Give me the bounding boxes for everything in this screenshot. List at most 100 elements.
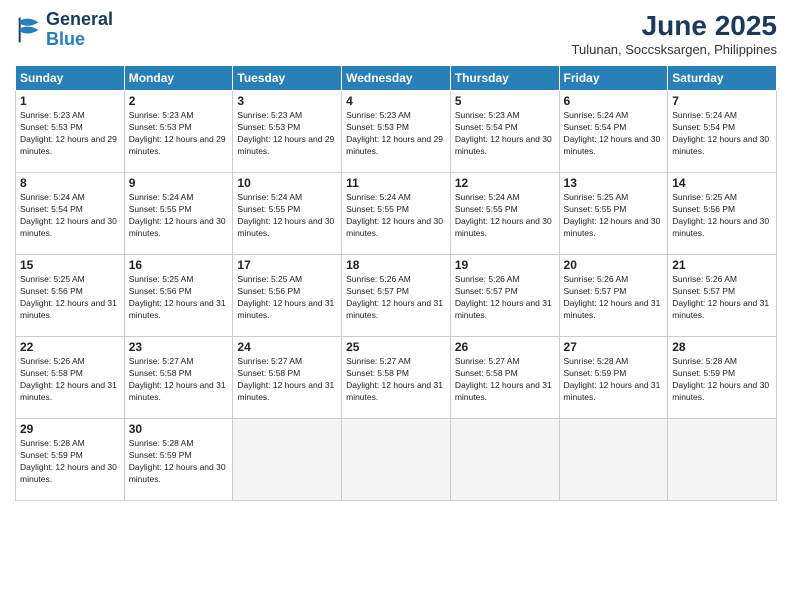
daylight-label: Daylight: 12 hours and 30 minutes. — [129, 462, 226, 484]
calendar-day-cell: 5 Sunrise: 5:23 AM Sunset: 5:54 PM Dayli… — [450, 91, 559, 173]
calendar-day-cell: 19 Sunrise: 5:26 AM Sunset: 5:57 PM Dayl… — [450, 255, 559, 337]
calendar-day-cell: 16 Sunrise: 5:25 AM Sunset: 5:56 PM Dayl… — [124, 255, 233, 337]
daylight-label: Daylight: 12 hours and 31 minutes. — [20, 380, 117, 402]
sunrise-label: Sunrise: 5:25 AM — [237, 274, 302, 284]
sunrise-label: Sunrise: 5:25 AM — [20, 274, 85, 284]
day-number: 20 — [564, 258, 664, 272]
calendar-day-cell: 14 Sunrise: 5:25 AM Sunset: 5:56 PM Dayl… — [668, 173, 777, 255]
calendar-day-cell: 25 Sunrise: 5:27 AM Sunset: 5:58 PM Dayl… — [342, 337, 451, 419]
day-info: Sunrise: 5:26 AM Sunset: 5:57 PM Dayligh… — [455, 274, 555, 322]
daylight-label: Daylight: 12 hours and 31 minutes. — [564, 298, 661, 320]
sunrise-label: Sunrise: 5:24 AM — [455, 192, 520, 202]
sunset-label: Sunset: 5:57 PM — [564, 286, 627, 296]
sunset-label: Sunset: 5:55 PM — [455, 204, 518, 214]
day-number: 6 — [564, 94, 664, 108]
daylight-label: Daylight: 12 hours and 30 minutes. — [672, 134, 769, 156]
calendar-day-cell: 1 Sunrise: 5:23 AM Sunset: 5:53 PM Dayli… — [16, 91, 125, 173]
day-number: 10 — [237, 176, 337, 190]
sunset-label: Sunset: 5:59 PM — [20, 450, 83, 460]
day-number: 8 — [20, 176, 120, 190]
daylight-label: Daylight: 12 hours and 30 minutes. — [672, 216, 769, 238]
sunset-label: Sunset: 5:58 PM — [346, 368, 409, 378]
calendar-day-cell — [668, 419, 777, 501]
sunset-label: Sunset: 5:53 PM — [346, 122, 409, 132]
calendar-day-cell: 28 Sunrise: 5:28 AM Sunset: 5:59 PM Dayl… — [668, 337, 777, 419]
day-info: Sunrise: 5:27 AM Sunset: 5:58 PM Dayligh… — [129, 356, 229, 404]
day-number: 17 — [237, 258, 337, 272]
sunset-label: Sunset: 5:54 PM — [455, 122, 518, 132]
day-info: Sunrise: 5:23 AM Sunset: 5:53 PM Dayligh… — [237, 110, 337, 158]
day-number: 7 — [672, 94, 772, 108]
sunset-label: Sunset: 5:58 PM — [455, 368, 518, 378]
calendar-day-cell: 10 Sunrise: 5:24 AM Sunset: 5:55 PM Dayl… — [233, 173, 342, 255]
day-number: 21 — [672, 258, 772, 272]
day-info: Sunrise: 5:23 AM Sunset: 5:53 PM Dayligh… — [129, 110, 229, 158]
sunset-label: Sunset: 5:59 PM — [129, 450, 192, 460]
day-info: Sunrise: 5:24 AM Sunset: 5:55 PM Dayligh… — [129, 192, 229, 240]
sunrise-label: Sunrise: 5:23 AM — [20, 110, 85, 120]
day-number: 13 — [564, 176, 664, 190]
day-info: Sunrise: 5:24 AM Sunset: 5:55 PM Dayligh… — [237, 192, 337, 240]
sunset-label: Sunset: 5:54 PM — [20, 204, 83, 214]
sunrise-label: Sunrise: 5:26 AM — [346, 274, 411, 284]
day-info: Sunrise: 5:23 AM Sunset: 5:53 PM Dayligh… — [20, 110, 120, 158]
day-number: 22 — [20, 340, 120, 354]
day-info: Sunrise: 5:25 AM Sunset: 5:55 PM Dayligh… — [564, 192, 664, 240]
daylight-label: Daylight: 12 hours and 30 minutes. — [20, 462, 117, 484]
day-number: 19 — [455, 258, 555, 272]
weekday-header: Sunday — [16, 66, 125, 91]
sunset-label: Sunset: 5:57 PM — [672, 286, 735, 296]
page: General Blue June 2025 Tulunan, Soccsksa… — [0, 0, 792, 612]
calendar-title: June 2025 — [572, 10, 777, 42]
sunset-label: Sunset: 5:57 PM — [346, 286, 409, 296]
daylight-label: Daylight: 12 hours and 30 minutes. — [455, 216, 552, 238]
day-number: 18 — [346, 258, 446, 272]
title-block: June 2025 Tulunan, Soccsksargen, Philipp… — [572, 10, 777, 57]
calendar-day-cell: 3 Sunrise: 5:23 AM Sunset: 5:53 PM Dayli… — [233, 91, 342, 173]
sunrise-label: Sunrise: 5:25 AM — [129, 274, 194, 284]
day-info: Sunrise: 5:28 AM Sunset: 5:59 PM Dayligh… — [672, 356, 772, 404]
daylight-label: Daylight: 12 hours and 31 minutes. — [346, 298, 443, 320]
daylight-label: Daylight: 12 hours and 30 minutes. — [237, 216, 334, 238]
calendar-week-row: 8 Sunrise: 5:24 AM Sunset: 5:54 PM Dayli… — [16, 173, 777, 255]
calendar-day-cell: 2 Sunrise: 5:23 AM Sunset: 5:53 PM Dayli… — [124, 91, 233, 173]
day-info: Sunrise: 5:27 AM Sunset: 5:58 PM Dayligh… — [237, 356, 337, 404]
sunrise-label: Sunrise: 5:26 AM — [455, 274, 520, 284]
sunset-label: Sunset: 5:55 PM — [564, 204, 627, 214]
calendar-week-row: 1 Sunrise: 5:23 AM Sunset: 5:53 PM Dayli… — [16, 91, 777, 173]
calendar-day-cell — [342, 419, 451, 501]
sunrise-label: Sunrise: 5:28 AM — [20, 438, 85, 448]
sunrise-label: Sunrise: 5:25 AM — [672, 192, 737, 202]
calendar-day-cell: 20 Sunrise: 5:26 AM Sunset: 5:57 PM Dayl… — [559, 255, 668, 337]
daylight-label: Daylight: 12 hours and 31 minutes. — [455, 298, 552, 320]
day-info: Sunrise: 5:25 AM Sunset: 5:56 PM Dayligh… — [237, 274, 337, 322]
day-number: 1 — [20, 94, 120, 108]
sunset-label: Sunset: 5:56 PM — [20, 286, 83, 296]
calendar-day-cell: 15 Sunrise: 5:25 AM Sunset: 5:56 PM Dayl… — [16, 255, 125, 337]
logo-text-block: General Blue — [46, 10, 113, 50]
logo-general: General — [46, 10, 113, 30]
calendar-day-cell: 13 Sunrise: 5:25 AM Sunset: 5:55 PM Dayl… — [559, 173, 668, 255]
sunrise-label: Sunrise: 5:23 AM — [237, 110, 302, 120]
day-number: 9 — [129, 176, 229, 190]
daylight-label: Daylight: 12 hours and 31 minutes. — [346, 380, 443, 402]
sunrise-label: Sunrise: 5:23 AM — [455, 110, 520, 120]
day-info: Sunrise: 5:28 AM Sunset: 5:59 PM Dayligh… — [564, 356, 664, 404]
sunset-label: Sunset: 5:55 PM — [129, 204, 192, 214]
calendar-day-cell — [233, 419, 342, 501]
daylight-label: Daylight: 12 hours and 30 minutes. — [20, 216, 117, 238]
daylight-label: Daylight: 12 hours and 31 minutes. — [237, 380, 334, 402]
sunrise-label: Sunrise: 5:25 AM — [564, 192, 629, 202]
calendar-day-cell: 24 Sunrise: 5:27 AM Sunset: 5:58 PM Dayl… — [233, 337, 342, 419]
sunset-label: Sunset: 5:58 PM — [129, 368, 192, 378]
sunrise-label: Sunrise: 5:23 AM — [129, 110, 194, 120]
sunrise-label: Sunrise: 5:27 AM — [455, 356, 520, 366]
weekday-header: Monday — [124, 66, 233, 91]
day-number: 28 — [672, 340, 772, 354]
day-number: 12 — [455, 176, 555, 190]
sunset-label: Sunset: 5:53 PM — [237, 122, 300, 132]
daylight-label: Daylight: 12 hours and 31 minutes. — [129, 298, 226, 320]
day-number: 14 — [672, 176, 772, 190]
sunset-label: Sunset: 5:59 PM — [564, 368, 627, 378]
calendar-day-cell — [450, 419, 559, 501]
